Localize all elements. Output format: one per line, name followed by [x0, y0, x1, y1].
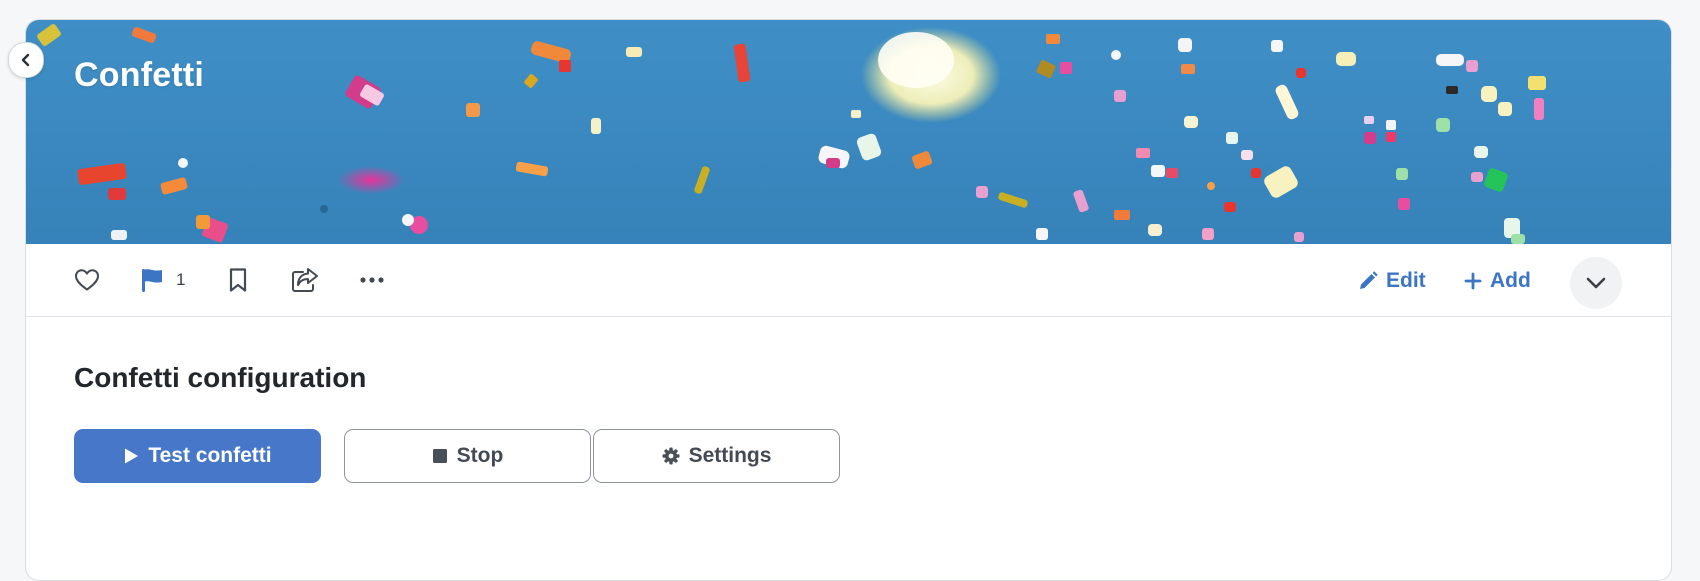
more-dots-icon [360, 277, 384, 283]
bookmark-icon [229, 268, 247, 292]
chevron-down-icon [1586, 277, 1606, 289]
page-title: Confetti [74, 56, 205, 94]
like-button[interactable] [74, 262, 100, 298]
stop-icon [432, 449, 447, 463]
stop-label: Stop [456, 444, 504, 467]
collapse-button[interactable] [1570, 257, 1622, 309]
add-button[interactable]: Add [1464, 263, 1531, 299]
add-label: Add [1490, 269, 1531, 292]
plus-icon [1464, 272, 1482, 290]
stop-button[interactable]: Stop [344, 429, 591, 483]
action-toolbar: 1 Edit Add [26, 244, 1671, 317]
settings-button[interactable]: Settings [593, 429, 840, 483]
test-confetti-button[interactable]: Test confetti [74, 429, 321, 483]
pencil-icon [1360, 271, 1378, 289]
share-button[interactable] [291, 262, 319, 298]
share-icon [292, 268, 318, 292]
gear-icon [662, 447, 680, 465]
more-options-button[interactable] [359, 262, 385, 298]
chevron-left-icon [21, 53, 30, 67]
play-icon [125, 448, 139, 464]
confetti-illustration [37, 24, 1546, 244]
heart-icon [75, 269, 99, 291]
content-card: Confetti 1 Edit Add Confetti configurati… [25, 19, 1672, 581]
flag-icon [142, 269, 162, 292]
banner-image: Confetti [26, 20, 1671, 244]
flag-count: 1 [176, 270, 186, 289]
settings-label: Settings [688, 444, 772, 467]
test-confetti-label: Test confetti [148, 444, 272, 467]
bookmark-button[interactable] [227, 262, 249, 298]
section-title: Confetti configuration [74, 362, 367, 393]
edit-label: Edit [1386, 269, 1426, 292]
edit-button[interactable]: Edit [1358, 263, 1426, 299]
back-button[interactable] [8, 42, 44, 78]
flag-button[interactable]: 1 [140, 262, 185, 298]
